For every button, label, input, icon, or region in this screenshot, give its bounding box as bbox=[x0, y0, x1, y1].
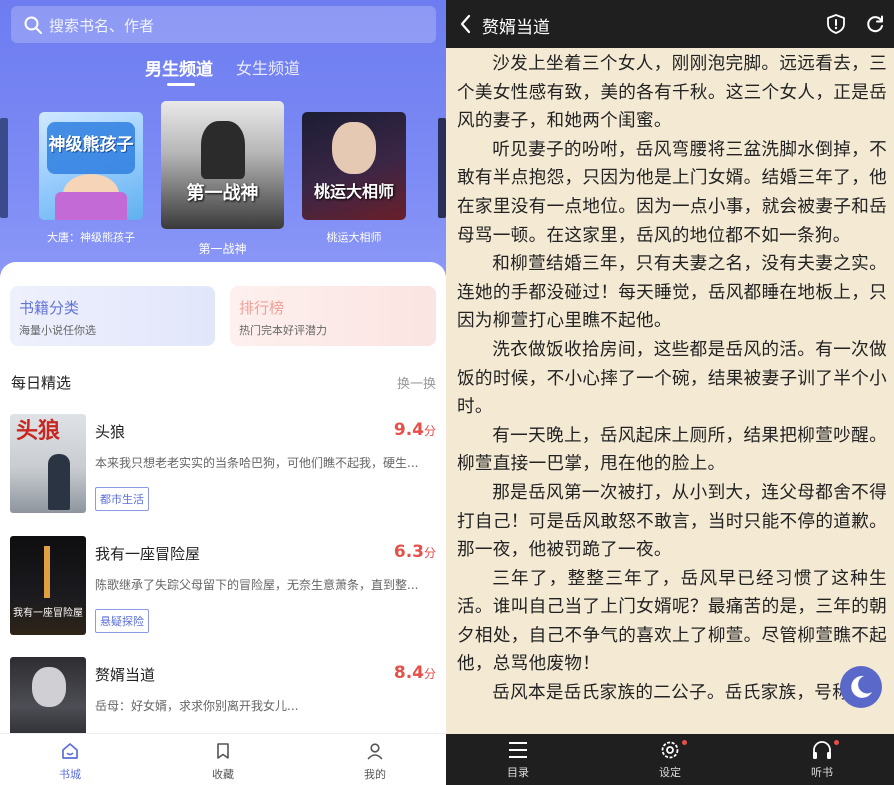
cover-title-text: 头狼 bbox=[16, 419, 61, 444]
report-icon[interactable] bbox=[825, 13, 847, 35]
book-cover: 头狼 bbox=[10, 414, 86, 513]
reader-header: 赘婿当道 bbox=[446, 0, 894, 48]
bottom-tab-bar: 书城 收藏 我的 bbox=[0, 733, 446, 785]
tab-male-channel[interactable]: 男生频道 bbox=[145, 55, 213, 80]
category-card[interactable]: 书籍分类 海量小说任你选 bbox=[10, 286, 215, 346]
home-icon bbox=[62, 743, 78, 759]
book-description: 本来我只想老老实实的当条哈巴狗，可他们瞧不起我，硬生... bbox=[95, 456, 419, 470]
book-genre-tag[interactable]: 都市生活 bbox=[95, 487, 149, 511]
carousel-edge-cover[interactable] bbox=[0, 118, 8, 218]
book-description: 陈歌继承了失踪父母留下的冒险屋，无奈生意萧条，直到整... bbox=[95, 578, 419, 592]
toc-button[interactable]: 目录 bbox=[488, 734, 548, 785]
refresh-button[interactable]: 换一换 bbox=[397, 373, 436, 392]
paragraph: 岳风本是岳氏家族的二公子。岳氏家族，号称 bbox=[492, 683, 851, 704]
tab-label: 设定 bbox=[659, 766, 681, 779]
paragraph: 有一天晚上，岳风起床上厕所，结果把柳萱吵醒。柳萱直接一巴掌，甩在他的脸上。 bbox=[457, 425, 887, 475]
listen-button[interactable]: 听书 bbox=[792, 734, 852, 785]
cover-art bbox=[332, 122, 376, 174]
category-card-subtitle: 海量小说任你选 bbox=[19, 324, 96, 337]
active-tab-indicator bbox=[167, 83, 195, 86]
settings-icon bbox=[661, 741, 679, 759]
search-placeholder: 搜索书名、作者 bbox=[49, 17, 155, 35]
carousel-caption-2: 第一战神 bbox=[198, 242, 247, 256]
tab-label: 目录 bbox=[507, 766, 529, 779]
menu-icon bbox=[509, 742, 527, 758]
headphones-icon bbox=[813, 741, 831, 759]
back-icon[interactable] bbox=[458, 13, 474, 35]
book-score: 6.3分 bbox=[393, 542, 436, 562]
night-mode-button[interactable] bbox=[840, 666, 882, 708]
tab-label: 书城 bbox=[59, 768, 81, 781]
tab-profile[interactable]: 我的 bbox=[335, 734, 415, 785]
cover-title-text: 桃运大相师 bbox=[313, 182, 394, 201]
tab-bookstore[interactable]: 书城 bbox=[30, 734, 110, 785]
carousel-cover-3[interactable]: 桃运大相师 bbox=[302, 112, 406, 220]
notification-dot bbox=[682, 740, 687, 745]
tab-label: 我的 bbox=[364, 768, 386, 781]
ranking-card-subtitle: 热门完本好评潜力 bbox=[239, 324, 327, 337]
ranking-card[interactable]: 排行榜 热门完本好评潜力 bbox=[230, 286, 436, 346]
carousel-edge-cover[interactable] bbox=[438, 118, 446, 218]
bookstore-panel: 搜索书名、作者 男生频道 女生频道 神级熊孩子 大唐：神级熊孩子 第一战神 第一… bbox=[0, 0, 446, 785]
cover-art bbox=[48, 454, 70, 510]
book-description: 岳母：好女婿，求求你别离开我女儿... bbox=[95, 699, 299, 713]
search-icon bbox=[24, 16, 42, 34]
paragraph: 和柳萱结婚三年，只有夫妻之名，没有夫妻之实。连她的手都没碰过！每天睡觉，岳风都睡… bbox=[457, 254, 887, 332]
cover-title-text: 我有一座冒险屋 bbox=[13, 608, 83, 619]
notification-dot bbox=[834, 740, 839, 745]
search-bar[interactable]: 搜索书名、作者 bbox=[11, 6, 436, 43]
reader-panel: 赘婿当道 沙发上坐着三个女人，刚刚泡完脚。远远看去，三个美女性感有致，美的各有千… bbox=[446, 0, 894, 785]
paragraph: 听见妻子的吩咐，岳风弯腰将三盆洗脚水倒掉，不敢有半点抱怨，只因为他是上门女婿。结… bbox=[457, 139, 887, 246]
carousel-caption-1: 大唐：神级熊孩子 bbox=[47, 231, 135, 244]
category-card-title: 书籍分类 bbox=[19, 299, 80, 317]
tab-favorites[interactable]: 收藏 bbox=[183, 734, 263, 785]
list-item[interactable]: 我有一座冒险屋 我有一座冒险屋 6.3分 陈歌继承了失踪父母留下的冒险屋，无奈生… bbox=[0, 536, 446, 646]
carousel-caption-3: 桃运大相师 bbox=[326, 231, 382, 244]
book-genre-tag[interactable]: 悬疑探险 bbox=[95, 609, 149, 633]
paragraph: 沙发上坐着三个女人，刚刚泡完脚。远远看去，三个美女性感有致，美的各有千秋。这三个… bbox=[457, 54, 887, 132]
cover-title-text: 神级熊孩子 bbox=[48, 135, 134, 155]
tab-label: 听书 bbox=[811, 766, 833, 779]
section-title: 每日精选 bbox=[11, 374, 72, 392]
paragraph: 那是岳风第一次被打，从小到大，连父母都舍不得打自己！可是岳风敢怒不敢言，当时只能… bbox=[457, 482, 887, 561]
reader-title: 赘婿当道 bbox=[482, 18, 550, 38]
cover-art bbox=[44, 546, 50, 598]
book-cover: 我有一座冒险屋 bbox=[10, 536, 86, 635]
cover-title-text: 第一战神 bbox=[186, 183, 259, 204]
cover-art bbox=[201, 121, 245, 179]
user-icon bbox=[367, 743, 383, 760]
carousel-cover-2[interactable]: 第一战神 bbox=[161, 101, 284, 229]
book-score: 8.4分 bbox=[393, 663, 436, 683]
cover-art bbox=[32, 667, 66, 707]
bookmark-icon bbox=[217, 743, 229, 759]
paragraph: 洗衣做饭收拾房间，这些都是岳风的活。有一次做饭的时候，不小心摔了一个碗，结果被妻… bbox=[457, 339, 887, 418]
book-title: 头狼 bbox=[95, 423, 126, 441]
tab-label: 收藏 bbox=[212, 768, 234, 781]
book-title: 赘婿当道 bbox=[95, 666, 156, 684]
tab-female-channel[interactable]: 女生频道 bbox=[236, 55, 300, 79]
ranking-card-title: 排行榜 bbox=[239, 299, 285, 317]
cover-art bbox=[55, 192, 127, 220]
reader-bottom-bar: 目录 设定 听书 bbox=[446, 734, 894, 785]
chapter-text: 沙发上坐着三个女人，刚刚泡完脚。远远看去，三个美女性感有致，美的各有千秋。这三个… bbox=[457, 50, 887, 708]
refresh-icon[interactable] bbox=[864, 13, 886, 35]
book-title: 我有一座冒险屋 bbox=[95, 545, 201, 563]
list-item[interactable]: 头狼 头狼 9.4分 本来我只想老老实实的当条哈巴狗，可他们瞧不起我，硬生...… bbox=[0, 414, 446, 524]
paragraph: 三年了，整整三年了，岳风早已经习惯了这种生活。谁叫自己当了上门女婿呢？最痛苦的是… bbox=[457, 568, 887, 675]
book-score: 9.4分 bbox=[393, 420, 436, 440]
settings-button[interactable]: 设定 bbox=[640, 734, 700, 785]
moon-icon bbox=[851, 675, 872, 698]
carousel-cover-1[interactable]: 神级熊孩子 bbox=[39, 112, 143, 220]
